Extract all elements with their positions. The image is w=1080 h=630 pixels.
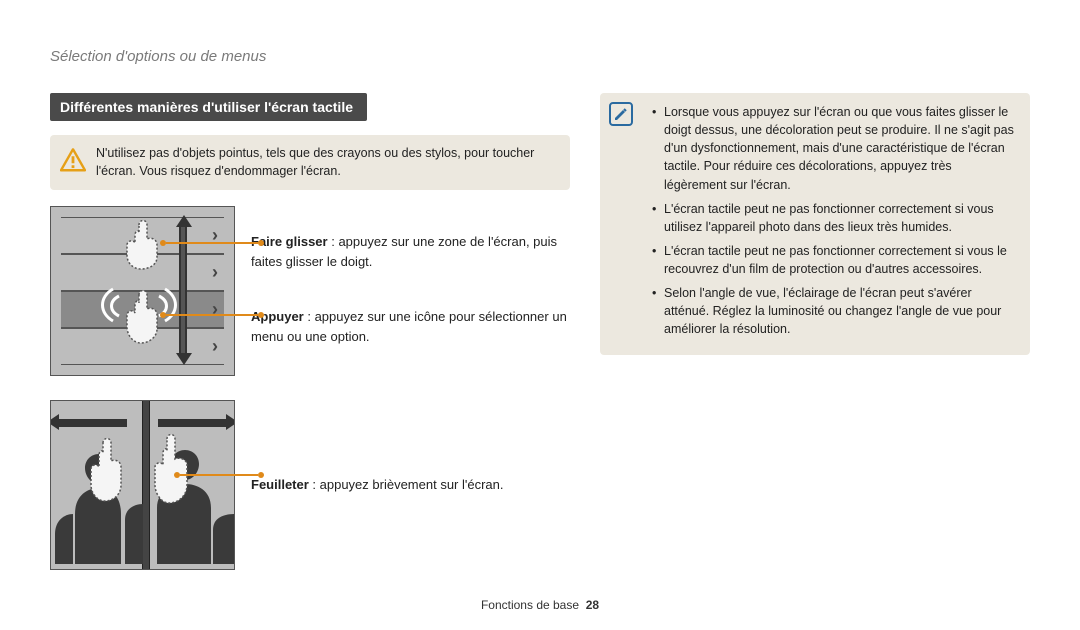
warning-callout: N'utilisez pas d'objets pointus, tels qu…: [50, 135, 570, 190]
note-callout: Lorsque vous appuyez sur l'écran ou que …: [600, 93, 1030, 355]
note-item: L'écran tactile peut ne pas fonctionner …: [654, 242, 1016, 278]
gesture-group-2: Feuilleter : appuyez brièvement sur l'éc…: [50, 400, 570, 570]
section-title: Sélection d'options ou de menus: [50, 48, 1030, 65]
warning-text: N'utilisez pas d'objets pointus, tels qu…: [96, 146, 534, 178]
horizontal-arrow-left-icon: [57, 419, 127, 427]
connector-line-icon: [166, 242, 258, 244]
page: Sélection d'options ou de menus Différen…: [0, 0, 1080, 630]
footer-label: Fonctions de base: [481, 598, 579, 612]
connector-line-icon: [166, 314, 258, 316]
note-item: L'écran tactile peut ne pas fonctionner …: [654, 200, 1016, 236]
page-number: 28: [586, 598, 599, 612]
page-footer: Fonctions de base 28: [0, 598, 1080, 612]
gesture-image-drag-tap: › › › ›: [50, 206, 235, 376]
note-list: Lorsque vous appuyez sur l'écran ou que …: [646, 103, 1016, 339]
warning-triangle-icon: [60, 148, 86, 178]
note-item: Lorsque vous appuyez sur l'écran ou que …: [654, 103, 1016, 194]
subheading-bar: Différentes manières d'utiliser l'écran …: [50, 93, 367, 121]
connector-line-icon: [180, 474, 258, 476]
horizontal-arrow-right-icon: [158, 419, 228, 427]
hand-pointer-swipe-icon: [87, 435, 131, 505]
gesture-group-1: › › › ›: [50, 206, 570, 376]
note-pencil-icon: [608, 101, 634, 132]
right-column: Lorsque vous appuyez sur l'écran ou que …: [600, 93, 1030, 594]
gesture-desc-tap: Appuyer : appuyez sur une icône pour sél…: [251, 307, 570, 346]
two-column-layout: Différentes manières d'utiliser l'écran …: [50, 93, 1030, 594]
gesture-desc-drag: Faire glisser : appuyez sur une zone de …: [251, 232, 570, 271]
gesture-desc-swipe: Feuilleter : appuyez brièvement sur l'éc…: [251, 475, 504, 495]
hand-pointer-swipe-icon: [151, 431, 197, 507]
left-column: Différentes manières d'utiliser l'écran …: [50, 93, 570, 594]
gesture-label-swipe: Feuilleter: [251, 477, 309, 492]
gesture-image-swipe: [50, 400, 235, 570]
note-item: Selon l'angle de vue, l'éclairage de l'é…: [654, 284, 1016, 338]
